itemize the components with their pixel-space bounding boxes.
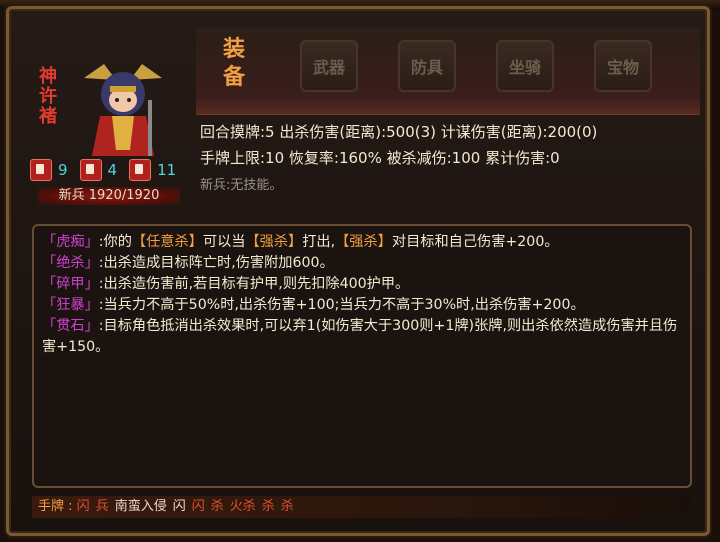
hand-card[interactable]: 杀 [262,499,275,514]
skill-guanshi: 「贯石」:目标角色抵消出杀效果时,可以弃1(如伤害大于300则+1牌)张牌,则出… [42,318,678,355]
hand-label: 手牌 : [38,499,77,514]
hand-card[interactable]: 闪 [77,499,90,514]
skill-name: 「虎痴」 [42,234,99,250]
slot-mount[interactable]: 坐骑 [496,40,554,92]
equipment-title: 装备 [222,37,245,90]
skill-name: 「绝杀」 [42,255,99,271]
slot-treasure[interactable]: 宝物 [594,40,652,92]
skill-kuangbao: 「狂暴」:当兵力不高于50%时,出杀伤害+100;当兵力不高于30%时,出杀伤害… [42,297,585,313]
hand-count: 9 [58,161,68,179]
hand-cards-bar: 手牌 : 闪兵南蛮入侵闪闪杀火杀杀杀 [32,496,692,518]
hand-card[interactable]: 杀 [281,499,294,514]
hero-portrait [64,60,182,160]
hand-card[interactable]: 火杀 [230,499,256,514]
hand-card[interactable]: 闪 [173,499,186,514]
hero-stats: 9 4 11 [30,158,182,182]
skill-suijia: 「碎甲」:出杀造伤害前,若目标有护甲,则先扣除400护甲。 [42,276,410,292]
info-line-1: 回合摸牌:5 出杀伤害(距离):500(3) 计谋伤害(距离):200(0) [200,123,598,141]
skill-name: 「碎甲」 [42,276,99,292]
hand-card[interactable]: 杀 [211,499,224,514]
card-icon [30,159,52,181]
soldier-bar: 新兵 1920/1920 [38,187,180,205]
hand-card[interactable]: 闪 [192,499,205,514]
sword-icon [79,159,102,181]
skill-name: 「贯石」 [42,318,99,334]
speed-count: 11 [157,161,177,179]
slot-armor[interactable]: 防具 [398,40,456,92]
skills-panel: 「虎痴」:你的【任意杀】可以当【强杀】打出,【强杀】对目标和自己伤害+200。 … [32,224,692,488]
attack-count: 4 [107,161,118,179]
skill-juesha: 「绝杀」:出杀造成目标阵亡时,伤害附加600。 [42,255,334,271]
horse-icon [129,159,152,181]
skill-huchi: 「虎痴」:你的【任意杀】可以当【强杀】打出,【强杀】对目标和自己伤害+200。 [42,234,559,250]
info-line-2: 手牌上限:10 恢复率:160% 被杀减伤:100 累计伤害:0 [200,149,560,167]
slot-weapon[interactable]: 武器 [300,40,358,92]
skill-name: 「狂暴」 [42,297,99,313]
hand-card[interactable]: 南蛮入侵 [115,499,167,514]
hero-name: 神许褚 [36,66,57,126]
hand-card[interactable]: 兵 [96,499,109,514]
info-line-3: 新兵:无技能。 [200,178,283,193]
